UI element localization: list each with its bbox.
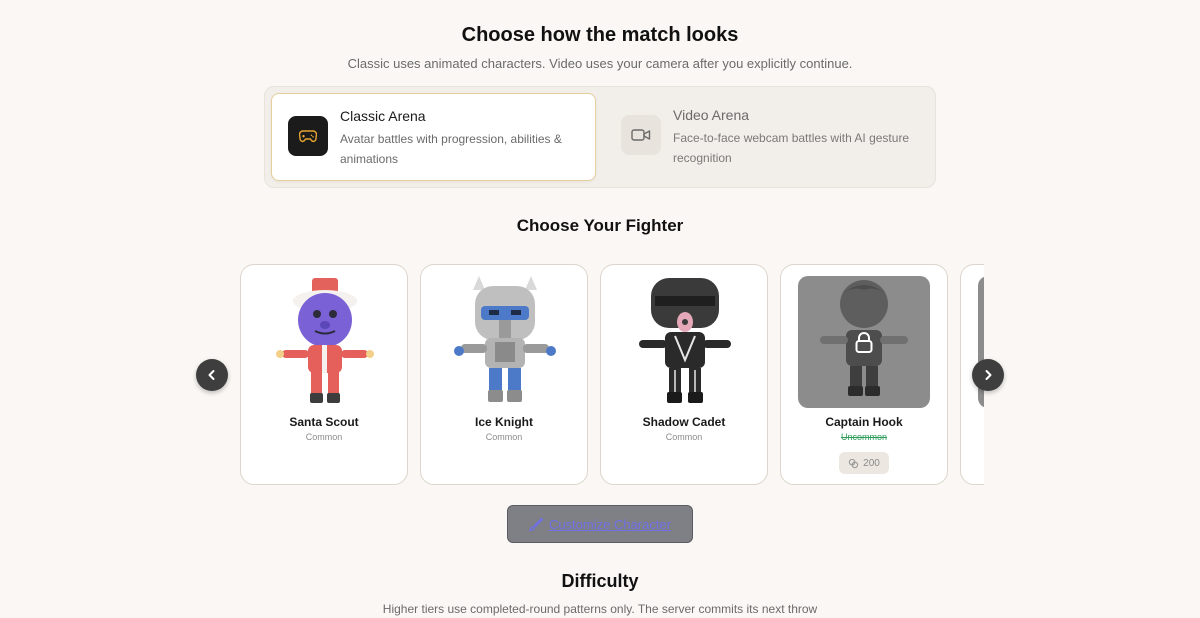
video-camera-icon: [621, 115, 661, 155]
fighter-section-title: Choose Your Fighter: [516, 216, 684, 235]
fighter-avatar-image: [618, 276, 750, 408]
fighter-card-ice-knight[interactable]: Ice Knight Common: [420, 264, 588, 485]
arena-mode-selector: Classic Arena Avatar battles with progre…: [264, 86, 936, 188]
fighter-rarity: Common: [305, 432, 343, 442]
paintbrush-icon: [528, 517, 543, 531]
gamepad-icon: [288, 116, 328, 156]
mode-option-classic-arena[interactable]: Classic Arena Avatar battles with progre…: [271, 93, 596, 181]
carousel-next-button[interactable]: [972, 359, 1004, 391]
page-title: Choose how the match looks: [461, 24, 739, 46]
unlock-price-badge: 200: [839, 452, 889, 474]
fighter-rarity: Common: [485, 432, 523, 442]
fighter-avatar-image: [438, 276, 570, 408]
difficulty-subtitle: Higher tiers use completed-round pattern…: [382, 602, 818, 616]
fighter-carousel: Santa Scout Common Ice Knight Common Sha…: [240, 264, 984, 486]
page-subtitle: Classic uses animated characters. Video …: [347, 56, 853, 71]
mode-description: Avatar battles with progression, abiliti…: [340, 132, 562, 166]
customize-character-button[interactable]: Customize Character: [507, 505, 693, 543]
mode-name: Video Arena: [673, 107, 750, 123]
fighter-card-shadow-cadet[interactable]: Shadow Cadet Common: [600, 264, 768, 485]
chevron-left-icon: [208, 370, 215, 380]
fighter-name: Shadow Cadet: [642, 415, 726, 429]
fighter-name: Captain Hook: [825, 415, 903, 429]
fighter-card-santa-scout[interactable]: Santa Scout Common: [240, 264, 408, 485]
chevron-right-icon: [985, 370, 992, 380]
carousel-prev-button[interactable]: [196, 359, 228, 391]
coins-icon: [848, 458, 859, 468]
fighter-card-captain-hook[interactable]: Captain Hook Uncommon 200: [780, 264, 948, 485]
fighter-rarity: Uncommon: [840, 432, 887, 442]
mode-option-video-arena[interactable]: Video Arena Face-to-face webcam battles …: [605, 93, 930, 181]
fighter-rarity: Common: [665, 432, 703, 442]
customize-character-label: Customize Character: [548, 516, 672, 532]
difficulty-title: Difficulty: [561, 571, 639, 591]
mode-name: Classic Arena: [340, 108, 426, 124]
lock-icon: [855, 332, 873, 353]
unlock-price: 200: [863, 457, 880, 469]
mode-description: Face-to-face webcam battles with AI gest…: [673, 131, 910, 165]
fighter-avatar-image: [258, 276, 390, 408]
fighter-avatar-image: [798, 276, 930, 408]
fighter-name: Ice Knight: [474, 415, 533, 429]
match-setup-page: Choose how the match looks Classic uses …: [0, 0, 1200, 618]
fighter-name: Santa Scout: [289, 415, 359, 429]
